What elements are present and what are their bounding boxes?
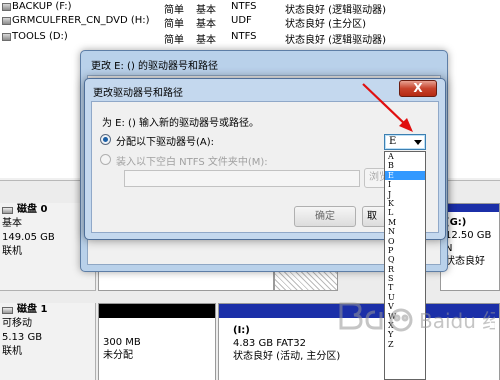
volume-status: 状态良好 (主分区): [285, 19, 366, 30]
drive-icon: [2, 33, 11, 41]
drive-letter-option[interactable]: E: [385, 170, 425, 181]
partition-size: 300 MB: [103, 337, 141, 348]
baidu-watermark-logo: Baidu 经验: [339, 302, 495, 333]
mount-folder-radio[interactable]: [100, 154, 111, 165]
disk-state: 联机: [2, 346, 22, 357]
dialog-title: 更改 E: () 的驱动器号和路径: [91, 61, 219, 72]
assign-letter-label[interactable]: 分配以下驱动器号(A):: [116, 133, 214, 148]
volume-row[interactable]: GRMCULFRER_CN_DVD (H:) 简单 基本 UDF 状态良好 (主…: [0, 14, 500, 30]
drive-letter-option[interactable]: A: [385, 152, 425, 161]
drive-letter-option[interactable]: B: [385, 161, 425, 170]
partition-name: (G:): [445, 217, 467, 228]
volume-name: TOOLS (D:): [12, 31, 68, 42]
partition-status: 未分配: [103, 350, 133, 361]
folder-path-input[interactable]: [124, 170, 360, 187]
drive-letter-option[interactable]: M: [385, 218, 425, 227]
partition-unallocated[interactable]: 300 MB 未分配: [98, 303, 216, 380]
partition-status: 状态良好: [445, 256, 485, 267]
volume-filesystem: NTFS: [231, 31, 257, 42]
volume-name: BACKUP (F:): [12, 1, 72, 12]
partition-size: 12.50 GB N: [445, 230, 492, 254]
disk-kind: 可移动: [2, 318, 32, 329]
annotation-arrow-icon: [362, 83, 413, 132]
volume-filesystem: UDF: [231, 15, 252, 26]
volume-type: 基本: [196, 19, 216, 30]
partition-g[interactable]: (G:) 12.50 GB N 状态良好: [440, 203, 500, 291]
drive-letter-option[interactable]: O: [385, 237, 425, 246]
dvd-drive-icon: [2, 17, 11, 25]
volume-layout: 简单: [164, 19, 184, 30]
drive-letter-dropdown[interactable]: ABEIJKLMNOPQRSTUVWXYZ: [384, 151, 426, 380]
chevron-down-icon[interactable]: [414, 140, 422, 145]
volume-row[interactable]: TOOLS (D:) 简单 基本 NTFS 状态良好 (逻辑驱动器): [0, 30, 500, 46]
disk-1-label[interactable]: 磁盘 1 可移动 5.13 GB 联机: [0, 303, 96, 380]
volume-status: 状态良好 (逻辑驱动器): [285, 35, 386, 46]
disk-name: 磁盘 1: [17, 304, 48, 315]
partition-status: 状态良好 (活动, 主分区): [233, 351, 341, 362]
disk-name: 磁盘 0: [17, 204, 48, 215]
dialog-prompt: 为 E: () 输入新的驱动器号或路径。: [102, 118, 260, 129]
ok-button[interactable]: 确定: [294, 206, 356, 227]
dialog-title: 更改驱动器号和路径: [93, 88, 183, 99]
drive-letter-option[interactable]: S: [385, 274, 425, 283]
volume-type: 基本: [196, 35, 216, 46]
volume-name: GRMCULFRER_CN_DVD (H:): [12, 15, 150, 26]
drive-letter-option[interactable]: I: [385, 180, 425, 189]
drive-icon: [2, 3, 11, 11]
drive-letter-option[interactable]: L: [385, 208, 425, 217]
volume-filesystem: NTFS: [231, 1, 257, 12]
disk-icon: [2, 206, 13, 214]
watermark-text: Baidu 经验: [419, 309, 495, 333]
assign-letter-radio[interactable]: [100, 134, 111, 145]
drive-letter-option[interactable]: J: [385, 190, 425, 199]
disk-size: 5.13 GB: [2, 332, 43, 343]
drive-letter-option[interactable]: P: [385, 246, 425, 255]
drive-letter-option[interactable]: K: [385, 199, 425, 208]
disk-icon: [2, 306, 13, 314]
drive-letter-option[interactable]: Z: [385, 340, 425, 349]
volume-layout: 简单: [164, 35, 184, 46]
mount-folder-label[interactable]: 装入以下空白 NTFS 文件夹中(M):: [116, 153, 268, 168]
drive-letter-option[interactable]: Q: [385, 255, 425, 264]
drive-letter-option[interactable]: R: [385, 265, 425, 274]
drive-letter-option[interactable]: N: [385, 227, 425, 236]
